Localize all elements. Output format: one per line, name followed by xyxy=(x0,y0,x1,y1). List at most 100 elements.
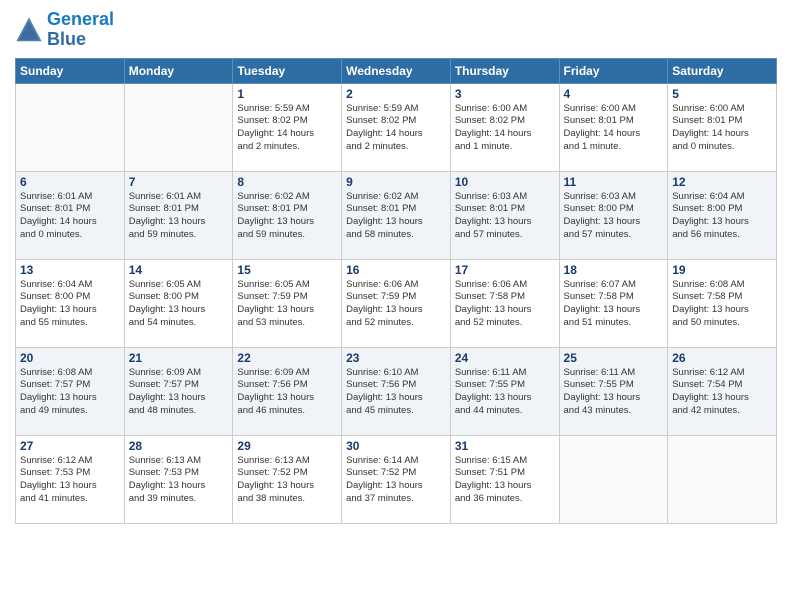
day-number: 13 xyxy=(20,263,120,277)
calendar-cell: 22 Sunrise: 6:09 AM Sunset: 7:56 PM Dayli… xyxy=(233,347,342,435)
weekday-header: Friday xyxy=(559,58,668,83)
day-info: Sunrise: 6:08 AM Sunset: 7:57 PM Dayligh… xyxy=(20,367,120,418)
calendar-week-row: 13Sunrise: 6:04 AM Sunset: 8:00 PM Dayli… xyxy=(16,259,777,347)
weekday-header: Saturday xyxy=(668,58,777,83)
calendar-cell: 27 Sunrise: 6:12 AM Sunset: 7:53 PM Dayli… xyxy=(16,435,125,523)
calendar-cell: 31 Sunrise: 6:15 AM Sunset: 7:51 PM Dayli… xyxy=(450,435,559,523)
weekday-header: Wednesday xyxy=(342,58,451,83)
calendar-cell: 5 Sunrise: 6:00 AM Sunset: 8:01 PM Daylig… xyxy=(668,83,777,171)
day-info: Sunrise: 6:10 AM Sunset: 7:56 PM Dayligh… xyxy=(346,367,446,418)
day-number: 21 xyxy=(129,351,229,365)
logo: General Blue xyxy=(15,10,114,50)
header: General Blue xyxy=(15,10,777,50)
calendar-cell: 16 Sunrise: 6:06 AM Sunset: 7:59 PM Dayli… xyxy=(342,259,451,347)
calendar: SundayMondayTuesdayWednesdayThursdayFrid… xyxy=(15,58,777,524)
day-number: 9 xyxy=(346,175,446,189)
logo-icon xyxy=(15,16,43,44)
day-info: Sunrise: 6:01 AM Sunset: 8:01 PM Dayligh… xyxy=(129,191,229,242)
calendar-cell xyxy=(124,83,233,171)
calendar-cell: 6Sunrise: 6:01 AM Sunset: 8:01 PM Daylig… xyxy=(16,171,125,259)
calendar-cell: 20 Sunrise: 6:08 AM Sunset: 7:57 PM Dayli… xyxy=(16,347,125,435)
day-number: 27 xyxy=(20,439,120,453)
day-info: Sunrise: 6:00 AM Sunset: 8:02 PM Dayligh… xyxy=(455,103,555,154)
calendar-cell: 23 Sunrise: 6:10 AM Sunset: 7:56 PM Dayli… xyxy=(342,347,451,435)
day-number: 25 xyxy=(564,351,664,365)
calendar-cell: 12 Sunrise: 6:04 AM Sunset: 8:00 PM Dayli… xyxy=(668,171,777,259)
weekday-header: Thursday xyxy=(450,58,559,83)
day-info: Sunrise: 6:05 AM Sunset: 7:59 PM Dayligh… xyxy=(237,279,337,330)
calendar-cell xyxy=(559,435,668,523)
calendar-week-row: 6Sunrise: 6:01 AM Sunset: 8:01 PM Daylig… xyxy=(16,171,777,259)
day-info: Sunrise: 6:03 AM Sunset: 8:00 PM Dayligh… xyxy=(564,191,664,242)
calendar-week-row: 20 Sunrise: 6:08 AM Sunset: 7:57 PM Dayli… xyxy=(16,347,777,435)
day-info: Sunrise: 6:06 AM Sunset: 7:58 PM Dayligh… xyxy=(455,279,555,330)
day-info: Sunrise: 6:14 AM Sunset: 7:52 PM Dayligh… xyxy=(346,455,446,506)
calendar-cell: 29 Sunrise: 6:13 AM Sunset: 7:52 PM Dayli… xyxy=(233,435,342,523)
calendar-cell: 3 Sunrise: 6:00 AM Sunset: 8:02 PM Daylig… xyxy=(450,83,559,171)
day-number: 1 xyxy=(237,87,337,101)
calendar-cell: 19 Sunrise: 6:08 AM Sunset: 7:58 PM Dayli… xyxy=(668,259,777,347)
day-number: 29 xyxy=(237,439,337,453)
day-info: Sunrise: 6:12 AM Sunset: 7:54 PM Dayligh… xyxy=(672,367,772,418)
calendar-cell: 7Sunrise: 6:01 AM Sunset: 8:01 PM Daylig… xyxy=(124,171,233,259)
day-number: 14 xyxy=(129,263,229,277)
day-number: 24 xyxy=(455,351,555,365)
day-number: 31 xyxy=(455,439,555,453)
day-number: 3 xyxy=(455,87,555,101)
day-number: 16 xyxy=(346,263,446,277)
calendar-cell xyxy=(16,83,125,171)
day-number: 12 xyxy=(672,175,772,189)
day-info: Sunrise: 6:01 AM Sunset: 8:01 PM Dayligh… xyxy=(20,191,120,242)
weekday-header: Tuesday xyxy=(233,58,342,83)
calendar-week-row: 27 Sunrise: 6:12 AM Sunset: 7:53 PM Dayli… xyxy=(16,435,777,523)
calendar-cell: 2 Sunrise: 5:59 AM Sunset: 8:02 PM Daylig… xyxy=(342,83,451,171)
day-number: 8 xyxy=(237,175,337,189)
day-info: Sunrise: 6:04 AM Sunset: 8:00 PM Dayligh… xyxy=(672,191,772,242)
calendar-cell: 26 Sunrise: 6:12 AM Sunset: 7:54 PM Dayli… xyxy=(668,347,777,435)
calendar-cell: 18Sunrise: 6:07 AM Sunset: 7:58 PM Dayli… xyxy=(559,259,668,347)
day-number: 28 xyxy=(129,439,229,453)
calendar-cell: 15 Sunrise: 6:05 AM Sunset: 7:59 PM Dayli… xyxy=(233,259,342,347)
calendar-cell: 8 Sunrise: 6:02 AM Sunset: 8:01 PM Daylig… xyxy=(233,171,342,259)
day-number: 11 xyxy=(564,175,664,189)
day-info: Sunrise: 6:02 AM Sunset: 8:01 PM Dayligh… xyxy=(237,191,337,242)
day-number: 18 xyxy=(564,263,664,277)
day-info: Sunrise: 6:03 AM Sunset: 8:01 PM Dayligh… xyxy=(455,191,555,242)
day-number: 15 xyxy=(237,263,337,277)
day-number: 19 xyxy=(672,263,772,277)
day-number: 22 xyxy=(237,351,337,365)
day-info: Sunrise: 5:59 AM Sunset: 8:02 PM Dayligh… xyxy=(346,103,446,154)
day-info: Sunrise: 6:13 AM Sunset: 7:52 PM Dayligh… xyxy=(237,455,337,506)
day-number: 26 xyxy=(672,351,772,365)
day-info: Sunrise: 6:00 AM Sunset: 8:01 PM Dayligh… xyxy=(672,103,772,154)
day-number: 10 xyxy=(455,175,555,189)
day-number: 4 xyxy=(564,87,664,101)
weekday-header: Sunday xyxy=(16,58,125,83)
day-info: Sunrise: 6:09 AM Sunset: 7:57 PM Dayligh… xyxy=(129,367,229,418)
calendar-cell: 14Sunrise: 6:05 AM Sunset: 8:00 PM Dayli… xyxy=(124,259,233,347)
day-info: Sunrise: 6:06 AM Sunset: 7:59 PM Dayligh… xyxy=(346,279,446,330)
day-info: Sunrise: 6:11 AM Sunset: 7:55 PM Dayligh… xyxy=(564,367,664,418)
day-info: Sunrise: 6:13 AM Sunset: 7:53 PM Dayligh… xyxy=(129,455,229,506)
day-number: 5 xyxy=(672,87,772,101)
day-info: Sunrise: 6:08 AM Sunset: 7:58 PM Dayligh… xyxy=(672,279,772,330)
calendar-cell: 4 Sunrise: 6:00 AM Sunset: 8:01 PM Daylig… xyxy=(559,83,668,171)
calendar-cell: 30 Sunrise: 6:14 AM Sunset: 7:52 PM Dayli… xyxy=(342,435,451,523)
calendar-cell: 21 Sunrise: 6:09 AM Sunset: 7:57 PM Dayli… xyxy=(124,347,233,435)
day-info: Sunrise: 6:00 AM Sunset: 8:01 PM Dayligh… xyxy=(564,103,664,154)
day-info: Sunrise: 6:09 AM Sunset: 7:56 PM Dayligh… xyxy=(237,367,337,418)
day-number: 30 xyxy=(346,439,446,453)
day-info: Sunrise: 6:12 AM Sunset: 7:53 PM Dayligh… xyxy=(20,455,120,506)
calendar-cell: 13Sunrise: 6:04 AM Sunset: 8:00 PM Dayli… xyxy=(16,259,125,347)
logo-text: General Blue xyxy=(47,10,114,50)
weekday-header: Monday xyxy=(124,58,233,83)
calendar-cell: 10 Sunrise: 6:03 AM Sunset: 8:01 PM Dayli… xyxy=(450,171,559,259)
calendar-cell: 1 Sunrise: 5:59 AM Sunset: 8:02 PM Daylig… xyxy=(233,83,342,171)
day-info: Sunrise: 6:15 AM Sunset: 7:51 PM Dayligh… xyxy=(455,455,555,506)
day-number: 23 xyxy=(346,351,446,365)
calendar-cell: 25 Sunrise: 6:11 AM Sunset: 7:55 PM Dayli… xyxy=(559,347,668,435)
day-number: 20 xyxy=(20,351,120,365)
day-number: 2 xyxy=(346,87,446,101)
calendar-cell: 11 Sunrise: 6:03 AM Sunset: 8:00 PM Dayli… xyxy=(559,171,668,259)
day-info: Sunrise: 5:59 AM Sunset: 8:02 PM Dayligh… xyxy=(237,103,337,154)
